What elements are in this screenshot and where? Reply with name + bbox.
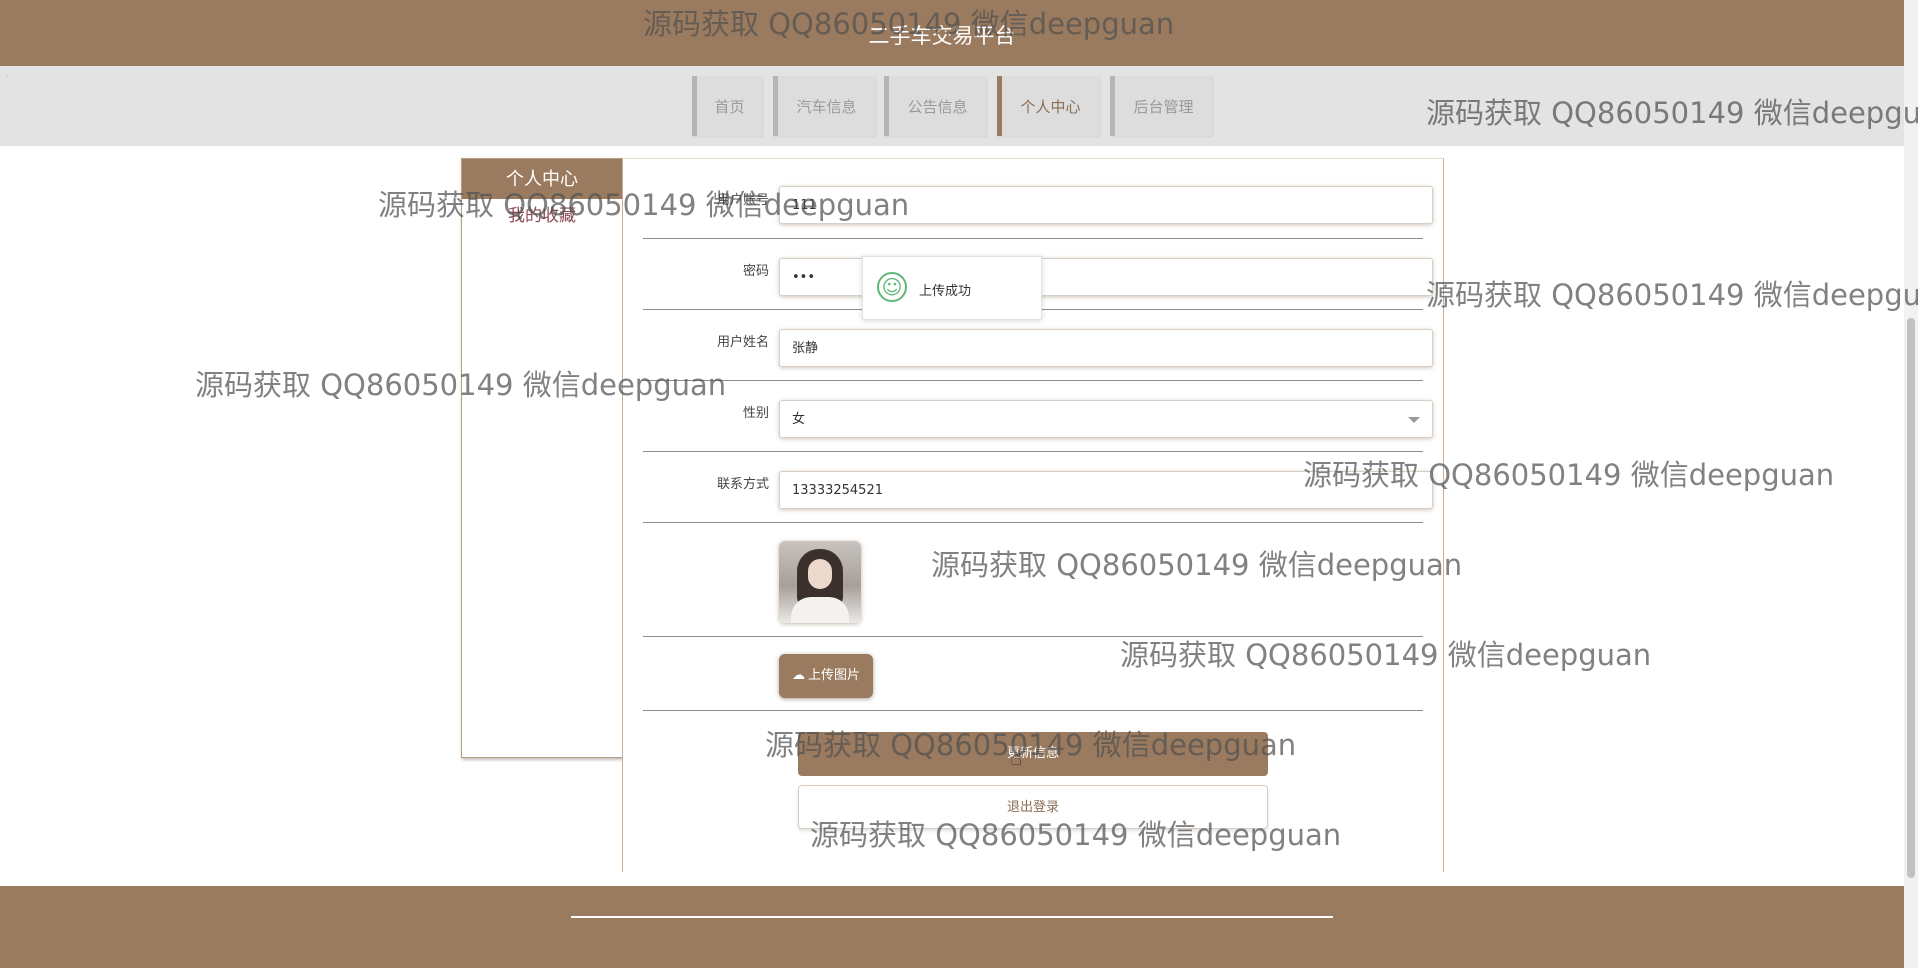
upload-button-label: 上传图片	[807, 668, 860, 683]
footer-divider	[571, 916, 1333, 918]
form-row-gender: 性别 女	[643, 380, 1433, 452]
nav-item-cars[interactable]: 汽车信息	[773, 76, 875, 136]
avatar-face	[808, 559, 832, 589]
nav-item-admin[interactable]: 后台管理	[1110, 76, 1212, 136]
username-label: 用户账号	[716, 193, 769, 208]
toast-message: 上传成功	[919, 284, 972, 299]
gender-select[interactable]: 女	[779, 400, 1433, 438]
username-field[interactable]: 111	[779, 186, 1433, 224]
chevron-down-icon[interactable]	[1408, 417, 1420, 423]
upload-success-toast: ☺ 上传成功	[862, 256, 1042, 320]
cloud-upload-icon: ☁	[791, 668, 805, 683]
form-row-avatar	[643, 522, 1423, 637]
sidebar-title: 个人中心	[462, 159, 622, 199]
site-header: 二手车交易平台	[0, 0, 1904, 66]
update-info-button[interactable]: 更新信息	[798, 732, 1268, 776]
avatar-body	[791, 597, 849, 623]
watermark-text: 源码获取 QQ86050149 微信deepguan	[1426, 278, 1918, 312]
personal-sidebar: 个人中心 我的收藏	[461, 158, 623, 758]
name-label: 用户姓名	[716, 335, 769, 350]
gender-label: 性别	[742, 406, 769, 421]
scrollbar-thumb[interactable]	[1907, 318, 1915, 878]
logout-button[interactable]: 退出登录	[798, 785, 1268, 829]
upload-image-button[interactable]: ☁ 上传图片	[779, 654, 873, 698]
form-row-upload: ☁ 上传图片	[643, 636, 1423, 711]
main-nav: · 首页 汽车信息 公告信息 个人中心 后台管理	[0, 66, 1904, 146]
phone-label: 联系方式	[716, 477, 769, 492]
form-row-phone: 联系方式 13333254521	[643, 451, 1433, 523]
form-row-username: 用户账号 111	[643, 159, 1433, 239]
nav-marker-icon: ·	[6, 72, 10, 83]
name-field[interactable]: 张静	[779, 329, 1433, 367]
nav-item-personal-center[interactable]: 个人中心	[997, 76, 1099, 136]
site-footer	[0, 886, 1904, 968]
password-label: 密码	[742, 264, 769, 279]
nav-item-notices[interactable]: 公告信息	[884, 76, 986, 136]
smile-icon: ☺	[877, 272, 907, 302]
sidebar-item-favorites[interactable]: 我的收藏	[462, 201, 622, 226]
site-title: 二手车交易平台	[868, 24, 1016, 48]
mouse-cursor-icon: ☝	[1010, 746, 1023, 770]
nav-item-home[interactable]: 首页	[692, 76, 762, 136]
avatar	[779, 541, 861, 623]
gender-value: 女	[792, 412, 806, 427]
phone-field[interactable]: 13333254521	[779, 471, 1433, 509]
